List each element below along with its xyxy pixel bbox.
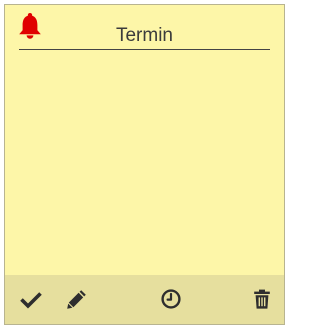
note-toolbar — [5, 275, 284, 324]
clock-icon — [161, 289, 181, 309]
edit-button[interactable] — [65, 287, 89, 311]
sticky-note: Termin — [4, 4, 285, 325]
reminder-button[interactable] — [159, 287, 183, 311]
mark-done-button[interactable] — [19, 287, 43, 311]
note-title[interactable]: Termin — [19, 25, 270, 49]
note-body[interactable] — [5, 51, 284, 275]
pencil-icon — [67, 290, 86, 309]
title-divider — [19, 49, 270, 50]
delete-button[interactable] — [250, 287, 274, 311]
trash-icon — [254, 289, 270, 309]
check-icon — [20, 292, 42, 309]
